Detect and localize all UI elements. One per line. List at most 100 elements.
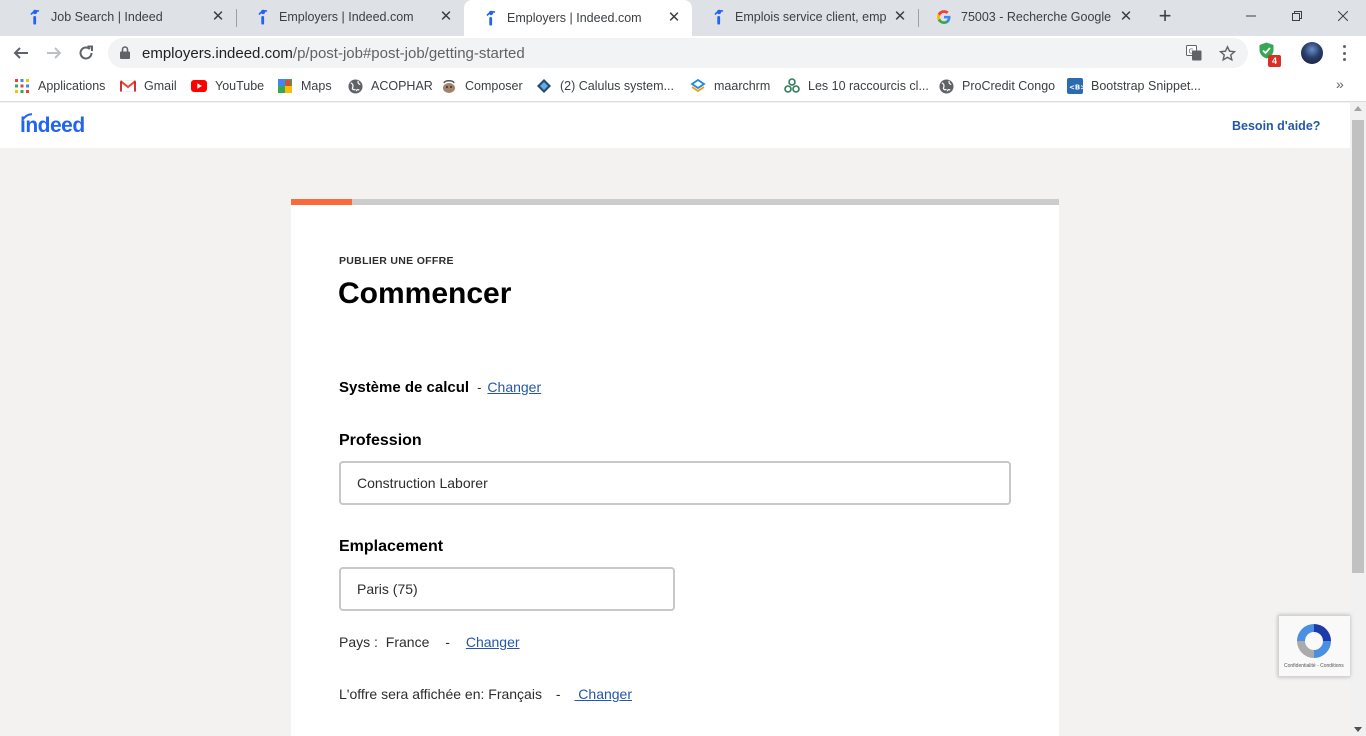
- page-scrollbar[interactable]: [1350, 103, 1366, 736]
- svg-text:G: G: [1189, 48, 1194, 56]
- back-button[interactable]: [8, 40, 34, 66]
- bookmark-label: YouTube: [215, 79, 265, 93]
- post-job-card: PUBLIER UNE OFFRE Commencer Système de c…: [291, 199, 1059, 736]
- close-icon[interactable]: ✕: [438, 9, 454, 25]
- tab-emplois[interactable]: Emplois service client, emploi ✕: [692, 0, 918, 34]
- forward-button[interactable]: [41, 40, 67, 66]
- bookmark-star-icon[interactable]: [1218, 44, 1236, 62]
- address-bar[interactable]: employers.indeed.com/p/post-job#post-job…: [108, 38, 1248, 68]
- recaptcha-icon: [1295, 622, 1333, 665]
- browser-menu-icon[interactable]: [1336, 43, 1352, 63]
- bookmark-maps[interactable]: Maps: [277, 76, 332, 96]
- profession-label: Profession: [339, 432, 422, 449]
- separator: -: [445, 634, 450, 650]
- bookmark-maarchrm[interactable]: maarchrm: [690, 76, 770, 96]
- restore-button[interactable]: [1274, 0, 1320, 32]
- measurement-system-label: Système de calcul: [339, 379, 470, 396]
- tab-strip: Job Search | Indeed ✕ Employers | Indeed…: [0, 0, 1366, 36]
- indeed-logo[interactable]: indeed: [20, 111, 96, 142]
- measurement-system-row: Système de calcul - Changer: [339, 379, 541, 396]
- bookmark-bootstrap[interactable]: <B> Bootstrap Snippet...: [1067, 76, 1201, 96]
- country-value: France: [385, 634, 430, 650]
- scroll-up-arrow-icon[interactable]: [1354, 106, 1362, 111]
- tab-employers-1[interactable]: Employers | Indeed.com ✕: [236, 0, 464, 34]
- change-system-link[interactable]: Changer: [487, 379, 541, 395]
- separator: -: [477, 380, 482, 395]
- bookmark-acophar[interactable]: ACOPHAR: [347, 76, 433, 96]
- close-window-button[interactable]: [1320, 0, 1366, 32]
- new-tab-button[interactable]: +: [1153, 5, 1177, 29]
- indeed-icon: [482, 10, 498, 26]
- minimize-button[interactable]: [1228, 0, 1274, 32]
- separator: -: [555, 686, 561, 702]
- url-text: employers.indeed.com/p/post-job#post-job…: [142, 45, 525, 62]
- bookmark-label: ProCredit Congo: [962, 79, 1056, 93]
- close-icon[interactable]: ✕: [1118, 9, 1134, 25]
- bookmark-label: ACOPHAR: [371, 79, 433, 93]
- tab-title: Emplois service client, emploi: [735, 10, 886, 24]
- tab-title: 75003 - Recherche Google: [961, 10, 1112, 24]
- bookmark-raccourcis[interactable]: Les 10 raccourcis cl...: [784, 76, 929, 96]
- change-language-link[interactable]: Changer: [574, 686, 632, 702]
- bookmark-composer[interactable]: Composer: [441, 76, 523, 96]
- recaptcha-links[interactable]: Confidentialité - Conditions: [1284, 663, 1344, 669]
- profession-input[interactable]: [339, 461, 1011, 505]
- indeed-icon: [710, 9, 726, 25]
- change-country-link[interactable]: Changer: [466, 634, 520, 650]
- composer-icon: [441, 78, 457, 94]
- bookmark-label: Gmail: [144, 79, 177, 93]
- bootstrap-icon: <B>: [1067, 78, 1083, 94]
- close-icon[interactable]: ✕: [210, 9, 226, 25]
- translate-icon[interactable]: G: [1185, 44, 1203, 62]
- country-label: Pays :: [339, 634, 378, 650]
- url-host: employers.indeed.com: [142, 45, 293, 62]
- location-input[interactable]: [339, 567, 675, 611]
- bookmark-label: Composer: [465, 79, 523, 93]
- bookmark-label: (2) Calulus system...: [560, 79, 674, 93]
- site-header: indeed Besoin d'aide?: [0, 103, 1350, 148]
- progress-fill: [291, 199, 353, 205]
- maps-icon: [277, 78, 293, 94]
- help-link[interactable]: Besoin d'aide?: [1232, 119, 1320, 133]
- scroll-thumb[interactable]: [1352, 120, 1364, 573]
- shortcuts-icon: [784, 78, 800, 94]
- bookmarks-bar: Applications Gmail YouTube Maps ACOPHAR …: [0, 70, 1366, 102]
- language-row: L'offre sera affichée en: Français - Cha…: [339, 686, 632, 702]
- indeed-icon: [26, 9, 42, 25]
- close-icon[interactable]: ✕: [666, 10, 682, 26]
- browser-toolbar: employers.indeed.com/p/post-job#post-job…: [0, 36, 1366, 70]
- tab-job-search[interactable]: Job Search | Indeed ✕: [8, 0, 236, 34]
- page-title: Commencer: [338, 277, 512, 310]
- globe-icon: [938, 78, 954, 94]
- tab-title: Employers | Indeed.com: [507, 11, 642, 25]
- bookmark-applications[interactable]: Applications: [14, 76, 105, 96]
- recaptcha-badge[interactable]: Confidentialité - Conditions: [1278, 615, 1350, 677]
- svg-text:<B>: <B>: [1069, 84, 1083, 92]
- scroll-down-arrow-icon[interactable]: [1354, 727, 1362, 732]
- tab-title: Job Search | Indeed: [51, 10, 163, 24]
- bookmark-youtube[interactable]: YouTube: [191, 76, 264, 96]
- location-label: Emplacement: [339, 538, 444, 555]
- lock-icon[interactable]: [120, 46, 130, 64]
- bookmark-gmail[interactable]: Gmail: [120, 76, 177, 96]
- bookmark-procredit[interactable]: ProCredit Congo: [938, 76, 1055, 96]
- bookmarks-overflow-button[interactable]: »: [1336, 76, 1344, 92]
- indeed-icon: [254, 9, 270, 25]
- reload-button[interactable]: [73, 40, 99, 66]
- globe-icon: [347, 78, 363, 94]
- google-icon: [936, 9, 952, 25]
- close-icon[interactable]: ✕: [892, 9, 908, 25]
- bookmark-label: Applications: [38, 79, 106, 93]
- avatar[interactable]: [1301, 42, 1323, 64]
- bookmark-label: Maps: [301, 79, 332, 93]
- bookmark-label: Bootstrap Snippet...: [1091, 79, 1201, 93]
- language-value: Français: [488, 686, 542, 702]
- bookmark-calculus[interactable]: (2) Calulus system...: [536, 76, 674, 96]
- url-path: /p/post-job#post-job/getting-started: [292, 45, 525, 62]
- youtube-icon: [191, 78, 207, 94]
- progress-bar: [291, 199, 1059, 205]
- maarch-icon: [690, 78, 706, 94]
- tab-google[interactable]: 75003 - Recherche Google ✕: [918, 0, 1144, 34]
- tab-employers-active[interactable]: Employers | Indeed.com ✕: [464, 0, 692, 36]
- tab-title: Employers | Indeed.com: [279, 10, 414, 24]
